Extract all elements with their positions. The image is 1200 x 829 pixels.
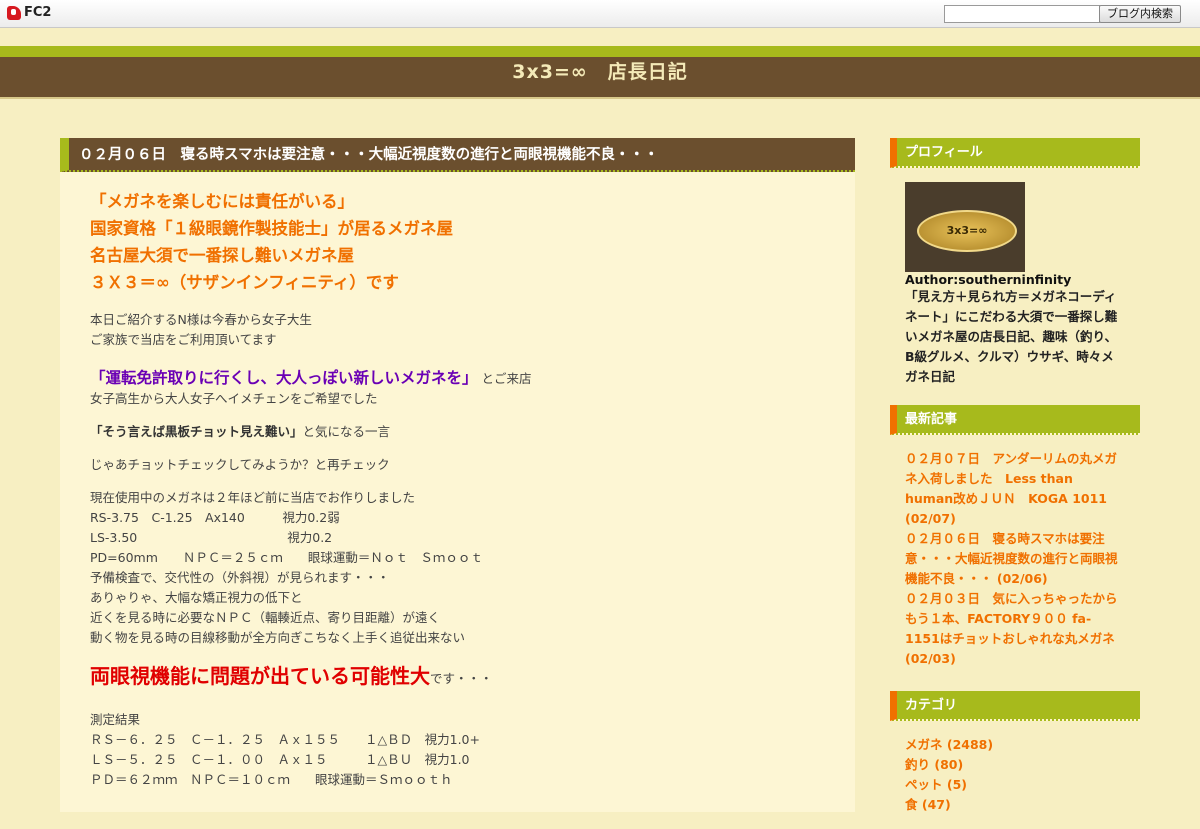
fc2-top-bar: FC2 ブログ内検索 [0,0,1200,28]
result-line: ＲＳ－６．２５ Ｃ－１．２５ Ａｘ１５５ １△ＢＤ 視力1.0+ [90,732,480,747]
categories-heading: カテゴリ [890,691,1140,721]
text-line: じゃあチョットチェックしてみようか？と再チェック [90,457,390,472]
lead-line: 名古屋大須で一番探し難いメガネ屋 [90,246,354,265]
text-line: 女子高生から大人女子へイメチェンをご希望でした [90,391,378,406]
recent-post-link[interactable]: ０２月０６日 寝る時スマホは要注意・・・大幅近視度数の進行と両眼視機能不良・・・… [905,529,1125,589]
blackboard-quote: 「そう言えば黒板チョット見え難い」 [90,424,303,439]
category-link[interactable]: ペット (5) [905,775,1125,795]
text-line: ありゃりゃ、大幅な矯正視力の低下と [90,590,303,605]
sidebar: プロフィール 3x3=∞ Author:southerninfinity 「見え… [890,138,1140,829]
category-link[interactable]: 食 (47) [905,795,1125,815]
lead-line: 「メガネを楽しむには責任がいる」 [90,192,354,211]
main-column: ０２月０６日 寝る時スマホは要注意・・・大幅近視度数の進行と両眼視機能不良・・・… [60,138,855,812]
blog-header: 3x3=∞ 店長日記 [0,57,1200,99]
text-line: LS-3.50 視力0.2 [90,530,333,545]
blackboard-suffix: と気になる一言 [302,424,391,439]
purple-quote-line: 「運転免許取りに行くし、大人っぽい新しいメガネを」 とご来店 [90,366,855,389]
profile-heading: プロフィール [890,138,1140,168]
text-line: 予備検査で、交代性の（外斜視）が見られます・・・ [90,570,390,585]
recent-posts-heading: 最新記事 [890,405,1140,435]
lead-line: ３Ｘ３＝∞（サザンインフィニティ）です [90,273,399,292]
text-line: 近くを見る時に必要なＮＰＣ（輻輳近点、寄り目距離）が遠く [90,610,441,625]
category-link[interactable]: 釣り (80) [905,755,1125,775]
post-body: 「メガネを楽しむには責任がいる」 国家資格「１級眼鏡作製技能士」が居るメガネ屋 … [60,172,855,812]
avatar-plaque: 3x3=∞ [917,210,1017,252]
lead-line: 国家資格「１級眼鏡作製技能士」が居るメガネ屋 [90,219,453,238]
recent-post-link[interactable]: ０２月０３日 気に入っちゃったからもう１本、FACTORY９００ fa-1151… [905,589,1125,669]
purple-quote: 「運転免許取りに行くし、大人っぽい新しいメガネを」 [90,369,478,387]
big-red-suffix: です・・・ [430,671,493,686]
profile-author: Author:southerninfinity [905,272,1072,287]
result-line: ＬＳ－５．２５ Ｃ－１．００ Ａｘ１５ １△ＢＵ 視力1.0 [90,752,470,767]
profile-description: 「見え方＋見られ方＝メガネコーディネート」にこだわる大須で一番探し難いメガネ屋の… [905,289,1118,384]
category-link[interactable]: メガネ (2488) [905,735,1125,755]
text-line: RS-3.75 C-1.25 Ax140 視力0.2弱 [90,510,340,525]
profile-avatar[interactable]: 3x3=∞ [905,182,1025,272]
profile-section: 3x3=∞ Author:southerninfinity 「見え方＋見られ方＝… [890,168,1140,401]
result-line: ＰＤ＝６２ｍｍ ＮＰＣ＝１０ｃｍ 眼球運動＝Ｓｍｏｏｔｈ [90,772,453,787]
text-line: PD=60mm ＮＰＣ＝２５ｃｍ 眼球運動＝Ｎｏｔ Ｓｍｏｏｔ [90,550,483,565]
blog-search-input[interactable] [944,5,1100,23]
fc2-logo-text: FC2 [24,5,52,20]
text-line: 本日ご紹介するN様は今春から女子大生 [90,312,312,327]
fc2-logo-icon [7,5,21,20]
header-accent-strip [0,46,1200,57]
text-line: 動く物を見る時の目線移動が全方向ぎこちなく上手く追従出来ない [90,630,466,645]
recent-post-link[interactable]: ０２月０７日 アンダーリムの丸メガネ入荷しました Less than human… [905,449,1125,529]
results-label: 測定結果 [90,712,141,727]
post-title[interactable]: ０２月０６日 寝る時スマホは要注意・・・大幅近視度数の進行と両眼視機能不良・・・ [60,138,855,172]
big-red-line: 両眼視機能に問題が出ている可能性大です・・・ [90,660,855,692]
big-red-text: 両眼視機能に問題が出ている可能性大 [90,664,430,688]
blog-title[interactable]: 3x3=∞ 店長日記 [512,61,687,83]
recent-posts-list: ０２月０７日 アンダーリムの丸メガネ入荷しました Less than human… [890,435,1140,683]
post-lead: 「メガネを楽しむには責任がいる」 国家資格「１級眼鏡作製技能士」が居るメガネ屋 … [90,188,855,296]
blog-search-button[interactable]: ブログ内検索 [1099,5,1181,23]
blackboard-line: 「そう言えば黒板チョット見え難い」と気になる一言 [90,422,855,442]
text-line: ご家族で当店をご利用頂いてます [90,332,277,347]
purple-quote-suffix: とご来店 [481,371,532,386]
text-line: 現在使用中のメガネは２年ほど前に当店でお作りしました [90,490,416,505]
categories-list: メガネ (2488) 釣り (80) ペット (5) 食 (47) [890,721,1140,829]
fc2-logo[interactable]: FC2 [7,5,51,20]
